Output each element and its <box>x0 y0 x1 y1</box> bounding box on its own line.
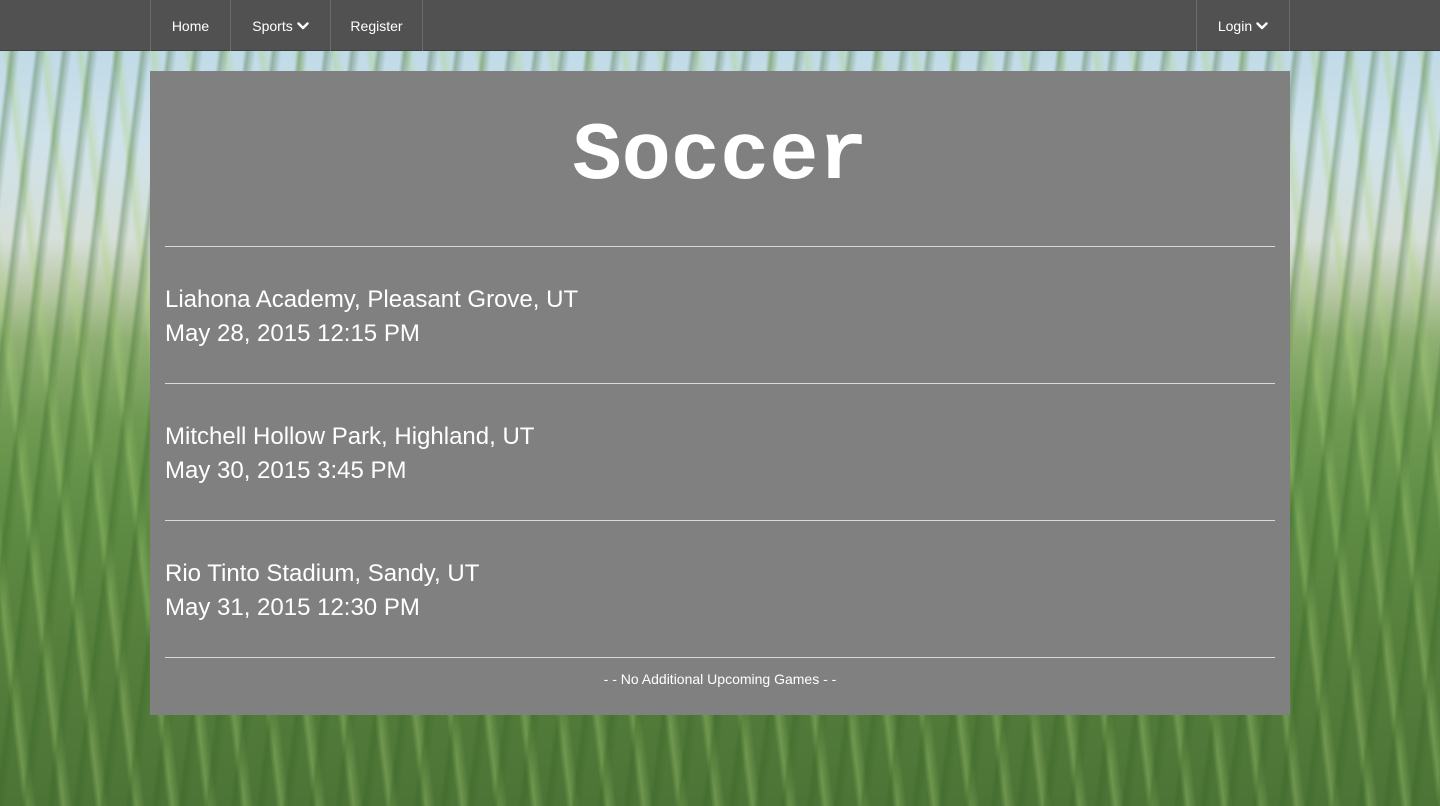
nav-sports-label: Sports <box>252 17 293 34</box>
navbar-inner: Home Sports Register Login <box>150 0 1290 51</box>
nav-home-link[interactable]: Home <box>150 0 230 51</box>
nav-right-group: Login <box>1196 0 1290 51</box>
page-title: Soccer <box>165 71 1275 247</box>
game-datetime: May 31, 2015 12:30 PM <box>165 594 420 621</box>
game-location: Liahona Academy, Pleasant Grove, UT <box>165 286 579 313</box>
game-datetime: May 30, 2015 3:45 PM <box>165 457 407 484</box>
nav-sports-dropdown[interactable]: Sports <box>230 0 330 51</box>
game-list-item: Rio Tinto Stadium, Sandy, UT May 31, 201… <box>165 521 1275 658</box>
game-location: Mitchell Hollow Park, Highland, UT <box>165 423 535 450</box>
games-panel: Soccer Liahona Academy, Pleasant Grove, … <box>150 71 1290 715</box>
nav-login-dropdown[interactable]: Login <box>1196 0 1290 51</box>
chevron-down-icon <box>297 19 309 31</box>
no-more-games-note: - - No Additional Upcoming Games - - <box>603 671 837 687</box>
nav-register-label: Register <box>350 17 403 34</box>
game-location: Rio Tinto Stadium, Sandy, UT <box>165 560 480 587</box>
nav-register-link[interactable]: Register <box>330 0 423 51</box>
game-list-item: Mitchell Hollow Park, Highland, UT May 3… <box>165 384 1275 521</box>
chevron-down-icon <box>1256 19 1268 31</box>
nav-login-label: Login <box>1217 17 1253 34</box>
top-navbar: Home Sports Register Login <box>0 0 1440 51</box>
nav-home-label: Home <box>171 17 210 34</box>
game-list-item: Liahona Academy, Pleasant Grove, UT May … <box>165 247 1275 384</box>
nav-left-group: Home Sports Register <box>150 0 423 51</box>
game-datetime: May 28, 2015 12:15 PM <box>165 320 420 347</box>
